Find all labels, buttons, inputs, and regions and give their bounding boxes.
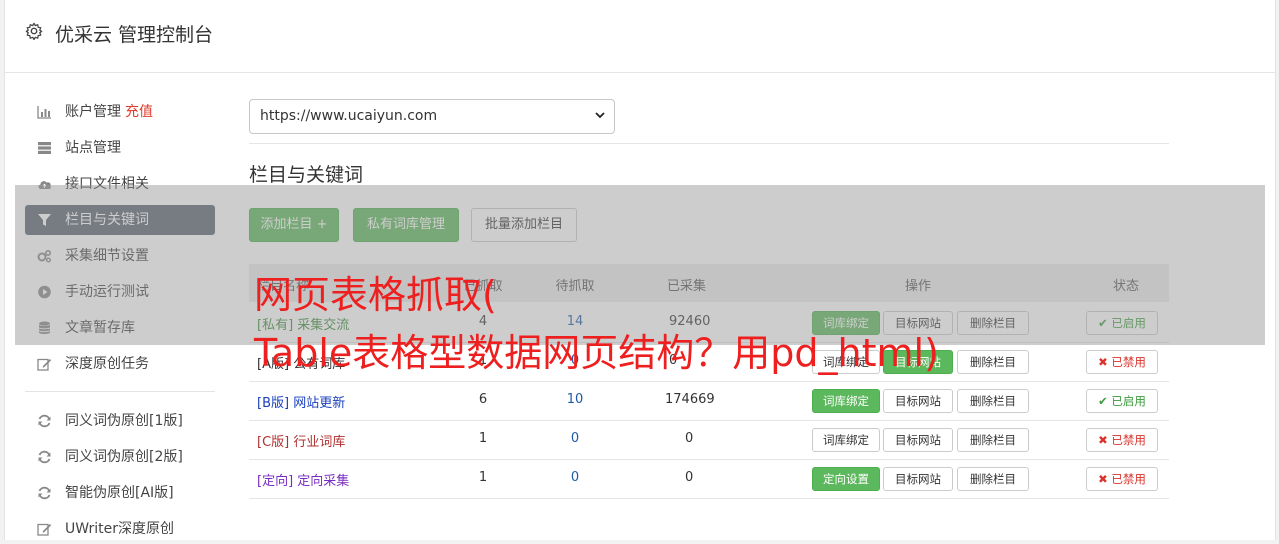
status-toggle[interactable]: ✔ 已启用	[1086, 389, 1158, 413]
target-site-button[interactable]: 目标网站	[883, 467, 953, 491]
sidebar-item-label: 账户管理	[65, 104, 121, 120]
bar-chart-icon	[37, 105, 52, 119]
delete-column-button[interactable]: 删除栏目	[957, 467, 1029, 491]
page-title: 优采云 管理控制台	[55, 24, 214, 46]
sidebar-item-label: 智能伪原创[AI版]	[65, 485, 174, 501]
sidebar-item-label: UWriter深度原创	[65, 521, 174, 537]
status-toggle[interactable]: ✖ 已禁用	[1086, 350, 1158, 374]
cell-collected: 0	[685, 431, 694, 446]
sidebar-item-synonym-v1[interactable]: 同义词伪原创[1版]	[25, 406, 215, 436]
status-toggle[interactable]: ✖ 已禁用	[1086, 467, 1158, 491]
directed-settings-button[interactable]: 定向设置	[812, 467, 880, 491]
gear-icon	[25, 22, 43, 40]
lexicon-bind-button[interactable]: 词库绑定	[812, 389, 880, 413]
sidebar-item-label: 同义词伪原创[2版]	[65, 449, 183, 465]
table-row: [B版] 网站更新 6 10 174669 词库绑定 目标网站 删除栏目 ✔ 已…	[249, 381, 1169, 421]
sidebar-divider	[25, 391, 215, 392]
cell-pending[interactable]: 0	[545, 470, 605, 485]
table-row: [C版] 行业词库 1 0 0 词库绑定 目标网站 删除栏目 ✖ 已禁用	[249, 420, 1169, 460]
cell-fetched: 6	[478, 392, 488, 407]
table-row: [定向] 定向采集 1 0 0 定向设置 目标网站 删除栏目 ✖ 已禁用	[249, 459, 1169, 499]
cell-pending[interactable]: 10	[545, 392, 605, 407]
row-name[interactable]: [C版] 行业词库	[257, 431, 345, 450]
delete-column-button[interactable]: 删除栏目	[957, 428, 1029, 452]
sidebar-item-synonym-v2[interactable]: 同义词伪原创[2版]	[25, 442, 215, 472]
sidebar-item-uwriter[interactable]: UWriter深度原创	[25, 514, 215, 544]
sidebar-item-label: 站点管理	[65, 140, 121, 156]
server-icon	[37, 141, 52, 155]
edit-icon	[37, 357, 52, 371]
site-select[interactable]: https://www.ucaiyun.com	[249, 99, 615, 134]
target-site-button[interactable]: 目标网站	[883, 389, 953, 413]
sidebar-item-label: 同义词伪原创[1版]	[65, 413, 183, 429]
row-name[interactable]: [定向] 定向采集	[257, 470, 349, 489]
cell-pending[interactable]: 0	[545, 431, 605, 446]
sidebar-item-account[interactable]: 账户管理 充值	[25, 97, 215, 127]
caption-line-1: 网页表格抓取(	[254, 273, 497, 317]
cell-collected: 174669	[665, 392, 715, 407]
section-title: 栏目与关键词	[249, 164, 364, 186]
lexicon-bind-button[interactable]: 词库绑定	[812, 428, 880, 452]
cell-collected: 0	[685, 470, 694, 485]
cell-fetched: 1	[478, 431, 488, 446]
sidebar-item-ai-rewrite[interactable]: 智能伪原创[AI版]	[25, 478, 215, 508]
delete-column-button[interactable]: 删除栏目	[957, 389, 1029, 413]
sidebar-item-deep-original[interactable]: 深度原创任务	[25, 349, 215, 379]
refresh-icon	[37, 414, 52, 428]
divider	[249, 143, 1169, 144]
delete-column-button[interactable]: 删除栏目	[957, 350, 1029, 374]
refresh-icon	[37, 450, 52, 464]
sidebar-item-sites[interactable]: 站点管理	[25, 133, 215, 163]
sidebar-item-label: 深度原创任务	[65, 356, 149, 372]
caption-line-2: Table表格型数据网页结构？用pd_html)	[254, 331, 939, 375]
site-select-value: https://www.ucaiyun.com	[260, 108, 438, 124]
cell-fetched: 1	[478, 470, 488, 485]
row-name[interactable]: [B版] 网站更新	[257, 392, 345, 411]
caption-overlay	[15, 185, 1265, 345]
page-header: 优采云 管理控制台	[5, 0, 1275, 73]
target-site-button[interactable]: 目标网站	[883, 428, 953, 452]
edit-icon	[37, 522, 52, 536]
recharge-link[interactable]: 充值	[125, 104, 153, 120]
status-toggle[interactable]: ✖ 已禁用	[1086, 428, 1158, 452]
refresh-icon	[37, 486, 52, 500]
chevron-down-icon	[595, 112, 605, 119]
